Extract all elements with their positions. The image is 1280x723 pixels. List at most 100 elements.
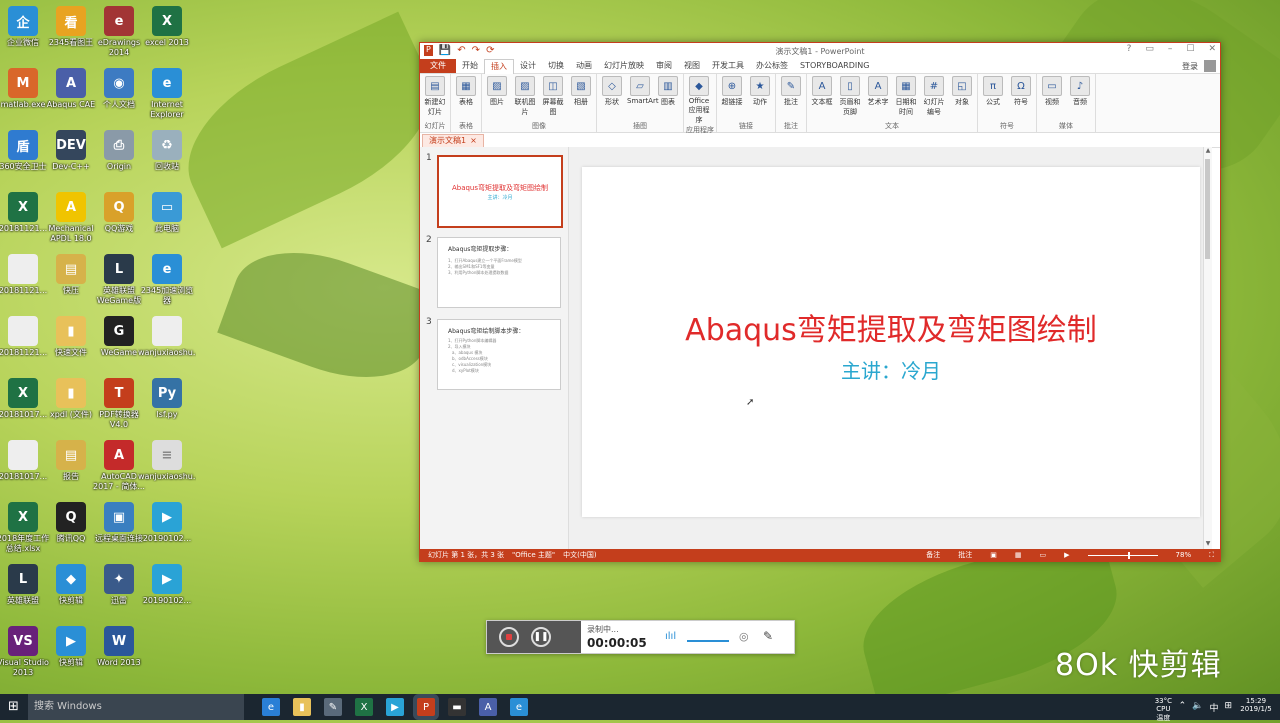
ribbon-button[interactable]: ✎ 批注 (778, 76, 804, 107)
slide-thumbnail-1[interactable]: Abaqus弯矩提取及弯矩图绘制 主讲：冷月 (437, 155, 563, 228)
ribbon-button[interactable]: ★ 动作 (747, 76, 773, 107)
ribbon-display-button[interactable]: ▭ (1145, 44, 1154, 54)
reading-view-icon[interactable]: ▭ (1040, 549, 1047, 561)
ribbon-button[interactable]: A 艺术字 (865, 76, 891, 117)
tab-office-tabs[interactable]: 办公标签 (750, 59, 794, 73)
slide-thumbnail-3[interactable]: Abaqus弯矩绘制脚本步骤： 1、打开Python脚本编辑器 2、导入模块 a… (437, 319, 561, 390)
desktop-icon[interactable]: Py lsf.py (138, 374, 196, 420)
desktop-icon[interactable]: ≡ wanjuxiaoshu... (138, 436, 196, 482)
ribbon-button[interactable]: π 公式 (980, 76, 1006, 107)
ie-icon[interactable]: e (510, 698, 528, 716)
desktop-icon[interactable]: e Internet Explorer (138, 64, 196, 120)
ribbon-button[interactable]: ⊕ 超链接 (719, 76, 745, 107)
ribbon-button[interactable]: ▯ 页眉和页脚 (837, 76, 863, 117)
ribbon-button[interactable]: ◱ 对象 (949, 76, 975, 117)
ribbon-button[interactable]: ▧ 相册 (568, 76, 594, 117)
search-box[interactable]: 搜索 Windows (28, 694, 244, 720)
desktop-icon[interactable]: ▭ 此电脑 (138, 188, 196, 234)
sign-in-link[interactable]: 登录 (1182, 61, 1198, 72)
ribbon-button[interactable]: ▥ 图表 (655, 76, 681, 107)
notepad-icon[interactable]: ✎ (324, 698, 342, 716)
tab-slideshow[interactable]: 幻灯片放映 (598, 59, 650, 73)
status-bar: 幻灯片 第 1 张，共 3 张 "Office 主题" 中文(中国) 备注 批注… (420, 549, 1220, 561)
ribbon-button[interactable]: ▭ 视频 (1039, 76, 1065, 107)
ribbon-button[interactable]: ▦ 表格 (453, 76, 479, 107)
tab-transitions[interactable]: 切换 (542, 59, 570, 73)
volume-icon[interactable]: 🔈 (1192, 701, 1203, 714)
ribbon-button[interactable]: ▱ SmartArt (627, 76, 659, 107)
ribbon-button[interactable]: ♪ 音频 (1067, 76, 1093, 107)
ribbon-button[interactable]: # 幻灯片编号 (921, 76, 947, 117)
show-hidden-icon[interactable]: ⌃ (1179, 701, 1187, 714)
tab-file[interactable]: 文件 (420, 59, 456, 73)
ribbon-button[interactable]: A 文本框 (809, 76, 835, 117)
comments-button[interactable]: 批注 (958, 549, 972, 561)
slide-thumbnail-2[interactable]: Abaqus弯矩提取步骤： 1、打开Abaqus建立一个平面Frame模型 2、… (437, 237, 561, 308)
stop-record-button[interactable] (499, 627, 519, 647)
desktop-icon[interactable]: ▶ 20190102... (138, 560, 196, 606)
terminal-icon[interactable]: ▬ (448, 698, 466, 716)
desktop-icon[interactable]: W Word 2013 (90, 622, 148, 668)
help-button[interactable]: ? (1127, 44, 1132, 54)
desktop-icon[interactable]: wanjuxiaoshu... (138, 312, 196, 358)
abaqus-icon[interactable]: A (479, 698, 497, 716)
notification-icon[interactable]: ⊞ (1224, 701, 1232, 714)
camera-icon[interactable]: ◎ (739, 630, 749, 643)
tab-design[interactable]: 设计 (514, 59, 542, 73)
close-icon[interactable]: × (470, 136, 477, 145)
tab-view[interactable]: 视图 (678, 59, 706, 73)
pen-icon[interactable]: ✎ (763, 629, 773, 643)
zoom-thumb[interactable] (1127, 552, 1130, 559)
thumb-title: Abaqus弯矩绘制脚本步骤： (448, 328, 525, 335)
tab-home[interactable]: 开始 (456, 59, 484, 73)
normal-view-icon[interactable]: ▣ (990, 549, 997, 561)
ribbon-button[interactable]: ◆ Office 应用程序 (686, 76, 712, 125)
ribbon-button[interactable]: ▨ 图片 (484, 76, 510, 117)
zoom-slider[interactable] (1087, 552, 1158, 559)
pause-record-button[interactable]: ❚❚ (531, 627, 551, 647)
desktop-icon[interactable]: Xexcel 2013 (138, 2, 196, 48)
vertical-scrollbar[interactable]: ▲ ▼ (1203, 147, 1212, 549)
powerpoint-icon[interactable]: P (417, 698, 435, 716)
scroll-thumb[interactable] (1205, 159, 1210, 259)
ribbon-button[interactable]: ▨ 联机图片 (512, 76, 538, 117)
maximize-button[interactable]: ☐ (1186, 44, 1194, 54)
slide-title[interactable]: Abaqus弯矩提取及弯矩图绘制 (582, 305, 1200, 349)
slide-subtitle[interactable]: 主讲：冷月 (582, 355, 1200, 384)
clock[interactable]: 15:29 2019/1/5 (1238, 697, 1274, 713)
slide-sorter-icon[interactable]: ▦ (1015, 549, 1022, 561)
scroll-down-icon[interactable]: ▼ (1204, 540, 1212, 547)
close-button[interactable]: ✕ (1208, 44, 1216, 54)
doc-tab[interactable]: 演示文稿1 × (422, 134, 484, 148)
desktop-icon[interactable]: ▶ 20190102... (138, 498, 196, 544)
zoom-level[interactable]: 78% (1176, 549, 1192, 561)
excel-icon[interactable]: X (355, 698, 373, 716)
volume-slider[interactable] (687, 640, 729, 642)
ime-icon[interactable]: 中 (1209, 701, 1218, 714)
ribbon-button[interactable]: Ω 符号 (1008, 76, 1034, 107)
tab-developer[interactable]: 开发工具 (706, 59, 750, 73)
audio-level-icon[interactable]: ılıl (665, 631, 676, 642)
edge-icon[interactable]: e (262, 698, 280, 716)
ribbon-button[interactable]: ▦ 日期和时间 (893, 76, 919, 117)
ribbon-button[interactable]: ◫ 屏幕截图 (540, 76, 566, 117)
ribbon-button[interactable]: ▤ 新建幻灯片 (422, 76, 448, 117)
desktop-icon[interactable]: ♻ 回收站 (138, 126, 196, 172)
minimize-button[interactable]: – (1168, 44, 1173, 54)
notes-button[interactable]: 备注 (926, 549, 940, 561)
tab-animations[interactable]: 动画 (570, 59, 598, 73)
slide-canvas[interactable]: Abaqus弯矩提取及弯矩图绘制 主讲：冷月 ➚ (582, 167, 1200, 517)
scroll-up-icon[interactable]: ▲ (1204, 147, 1212, 154)
video-player-icon[interactable]: ▶ (386, 698, 404, 716)
user-avatar-icon[interactable] (1204, 60, 1216, 72)
language-indicator[interactable]: 中文(中国) (563, 550, 596, 560)
windows-start-icon[interactable]: ⊞ (8, 700, 22, 714)
tab-insert[interactable]: 插入 (484, 58, 514, 74)
slideshow-icon[interactable]: ▶ (1064, 549, 1069, 561)
desktop-icon[interactable]: e 2345加速浏览器 (138, 250, 196, 306)
explorer-icon[interactable]: ▮ (293, 698, 311, 716)
tab-review[interactable]: 审阅 (650, 59, 678, 73)
ribbon-button[interactable]: ◇ 形状 (599, 76, 625, 107)
tab-storyboarding[interactable]: STORYBOARDING (794, 59, 875, 73)
fit-slide-icon[interactable]: ⛶ (1209, 549, 1214, 561)
